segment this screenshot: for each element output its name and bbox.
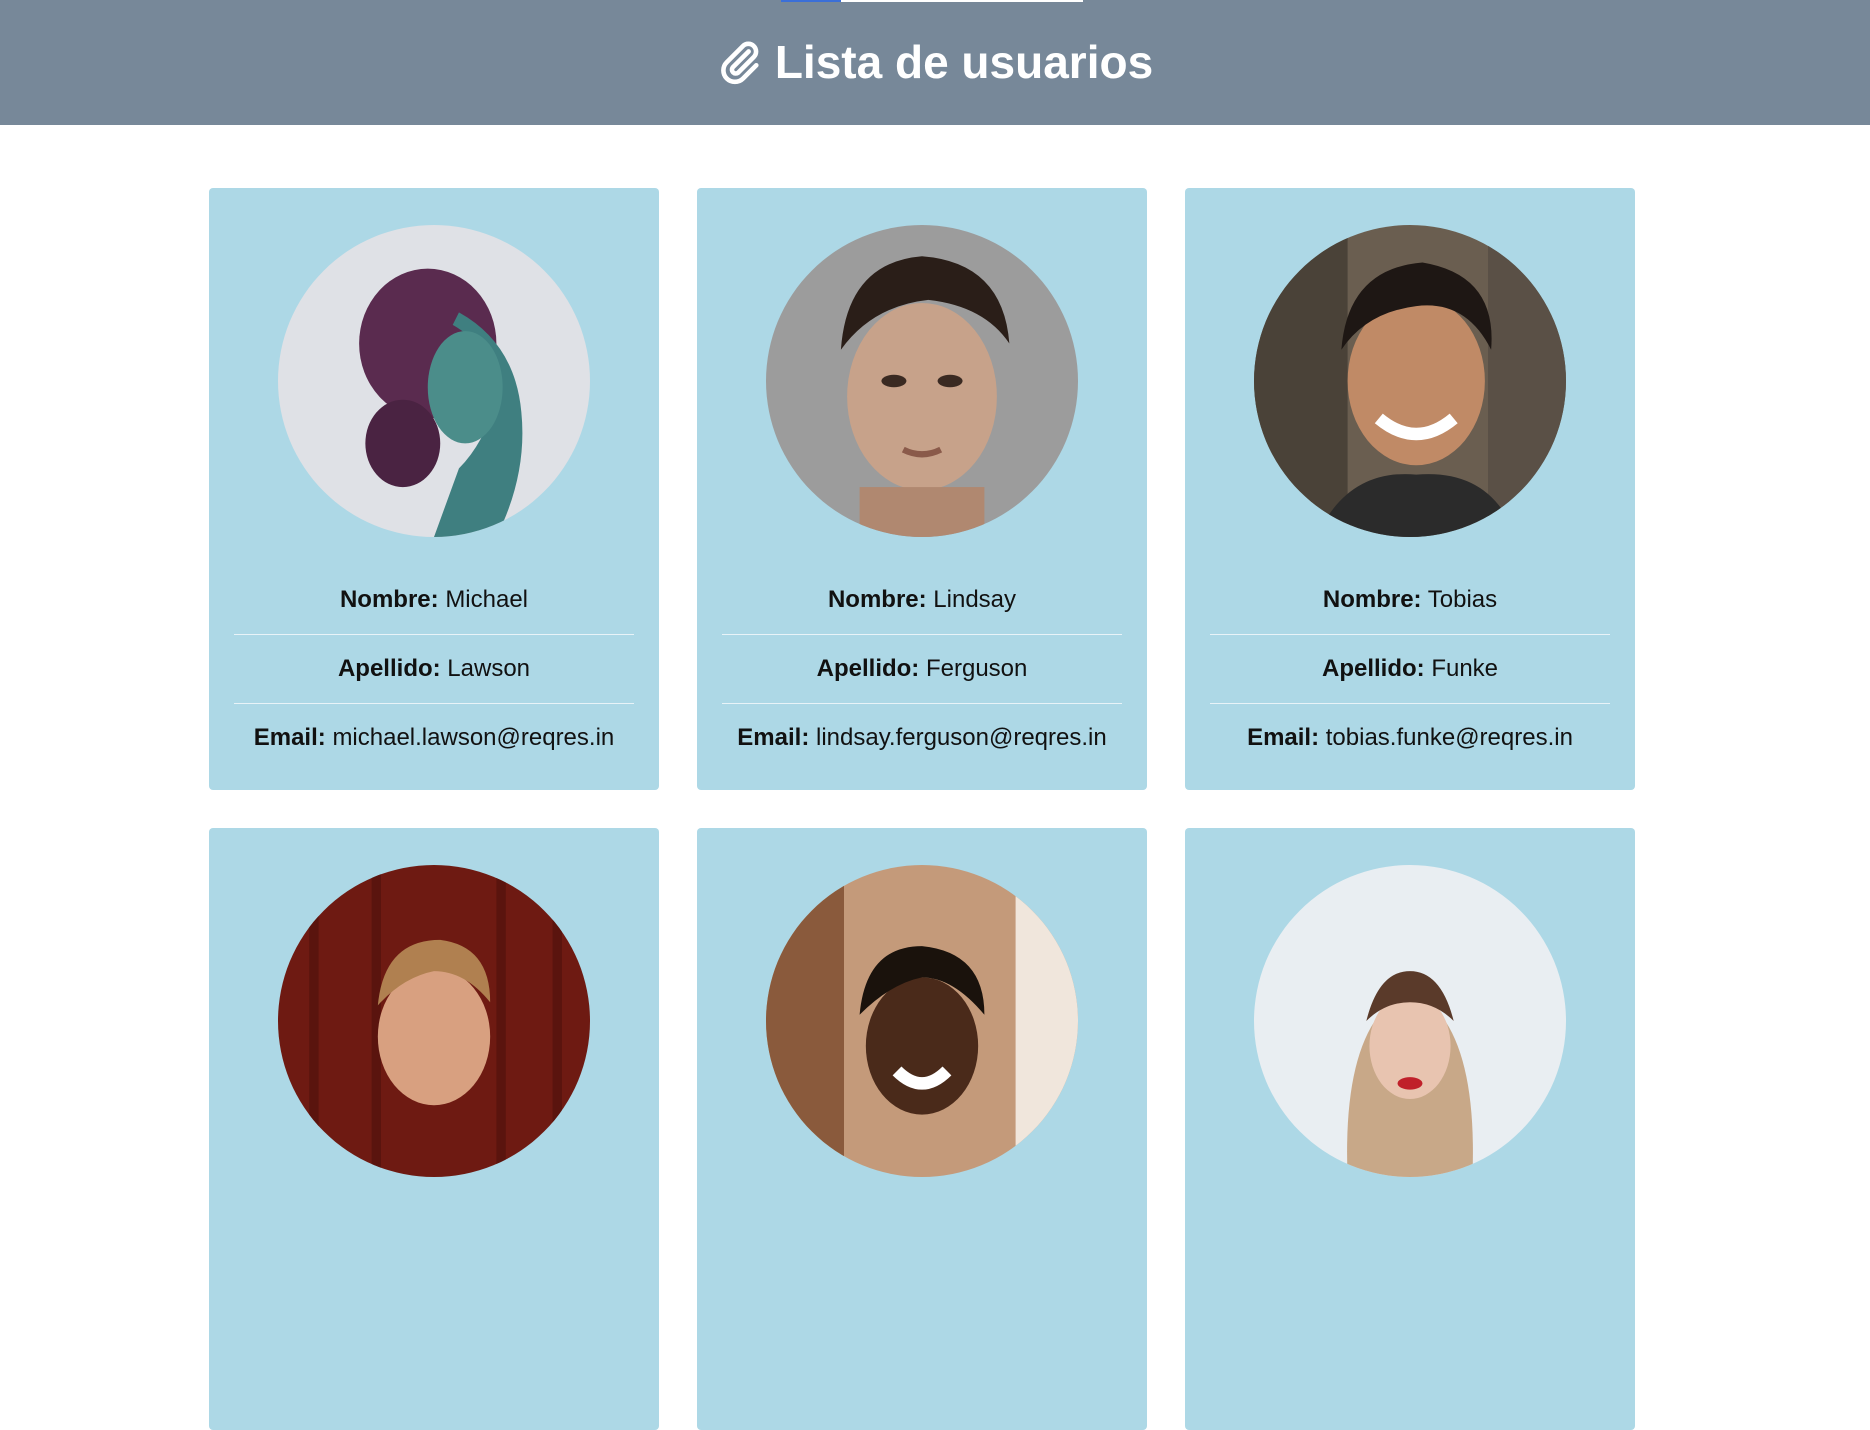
last-name-value: Lawson [447, 655, 531, 682]
first-name-value: Tobias [1427, 586, 1498, 613]
email-value: tobias.funke@reqres.in [1325, 724, 1573, 751]
email-value: michael.lawson@reqres.in [332, 724, 615, 751]
avatar [766, 865, 1078, 1177]
first-name-row: Nombre: Lindsay [722, 566, 1122, 635]
avatar [1254, 865, 1566, 1177]
last-name-label: Apellido: [1321, 655, 1425, 682]
user-card: Nombre: Tobias Apellido: Funke Email: to… [1185, 188, 1635, 790]
email-value: lindsay.ferguson@reqres.in [815, 724, 1107, 751]
last-name-row: Apellido: Lawson [234, 635, 634, 704]
avatar [766, 225, 1078, 537]
email-row: Email: lindsay.ferguson@reqres.in [722, 704, 1122, 772]
first-name-row: Nombre: Michael [234, 566, 634, 635]
email-label: Email: [253, 724, 326, 751]
last-name-label: Apellido: [816, 655, 920, 682]
last-name-row: Apellido: Funke [1210, 635, 1610, 704]
avatar [278, 865, 590, 1177]
paperclip-icon [720, 41, 759, 84]
first-name-value: Michael [445, 586, 529, 613]
user-card [1185, 828, 1635, 1430]
first-name-label: Nombre: [339, 586, 439, 613]
page-title-text: Lista de usuarios [774, 35, 1154, 88]
avatar [1254, 225, 1566, 537]
user-card [697, 828, 1147, 1430]
page-title: Lista de usuarios [717, 35, 1153, 89]
email-row: Email: michael.lawson@reqres.in [234, 704, 634, 772]
email-label: Email: [1247, 724, 1320, 751]
user-card: Nombre: Lindsay Apellido: Ferguson Email… [697, 188, 1147, 790]
last-name-row: Apellido: Ferguson [722, 635, 1122, 704]
users-grid: Nombre: Michael Apellido: Lawson Email: … [209, 188, 1635, 1430]
page-header: Lista de usuarios [0, 0, 1870, 125]
avatar [278, 225, 590, 537]
last-name-value: Ferguson [925, 655, 1028, 682]
user-card [209, 828, 659, 1430]
first-name-label: Nombre: [1322, 586, 1422, 613]
last-name-label: Apellido: [337, 655, 441, 682]
top-scroll-indicator-accent [781, 0, 841, 2]
first-name-value: Lindsay [933, 586, 1017, 613]
last-name-value: Funke [1431, 655, 1499, 682]
email-row: Email: tobias.funke@reqres.in [1210, 704, 1610, 772]
user-card: Nombre: Michael Apellido: Lawson Email: … [209, 188, 659, 790]
email-label: Email: [737, 724, 810, 751]
first-name-label: Nombre: [827, 586, 927, 613]
first-name-row: Nombre: Tobias [1210, 566, 1610, 635]
